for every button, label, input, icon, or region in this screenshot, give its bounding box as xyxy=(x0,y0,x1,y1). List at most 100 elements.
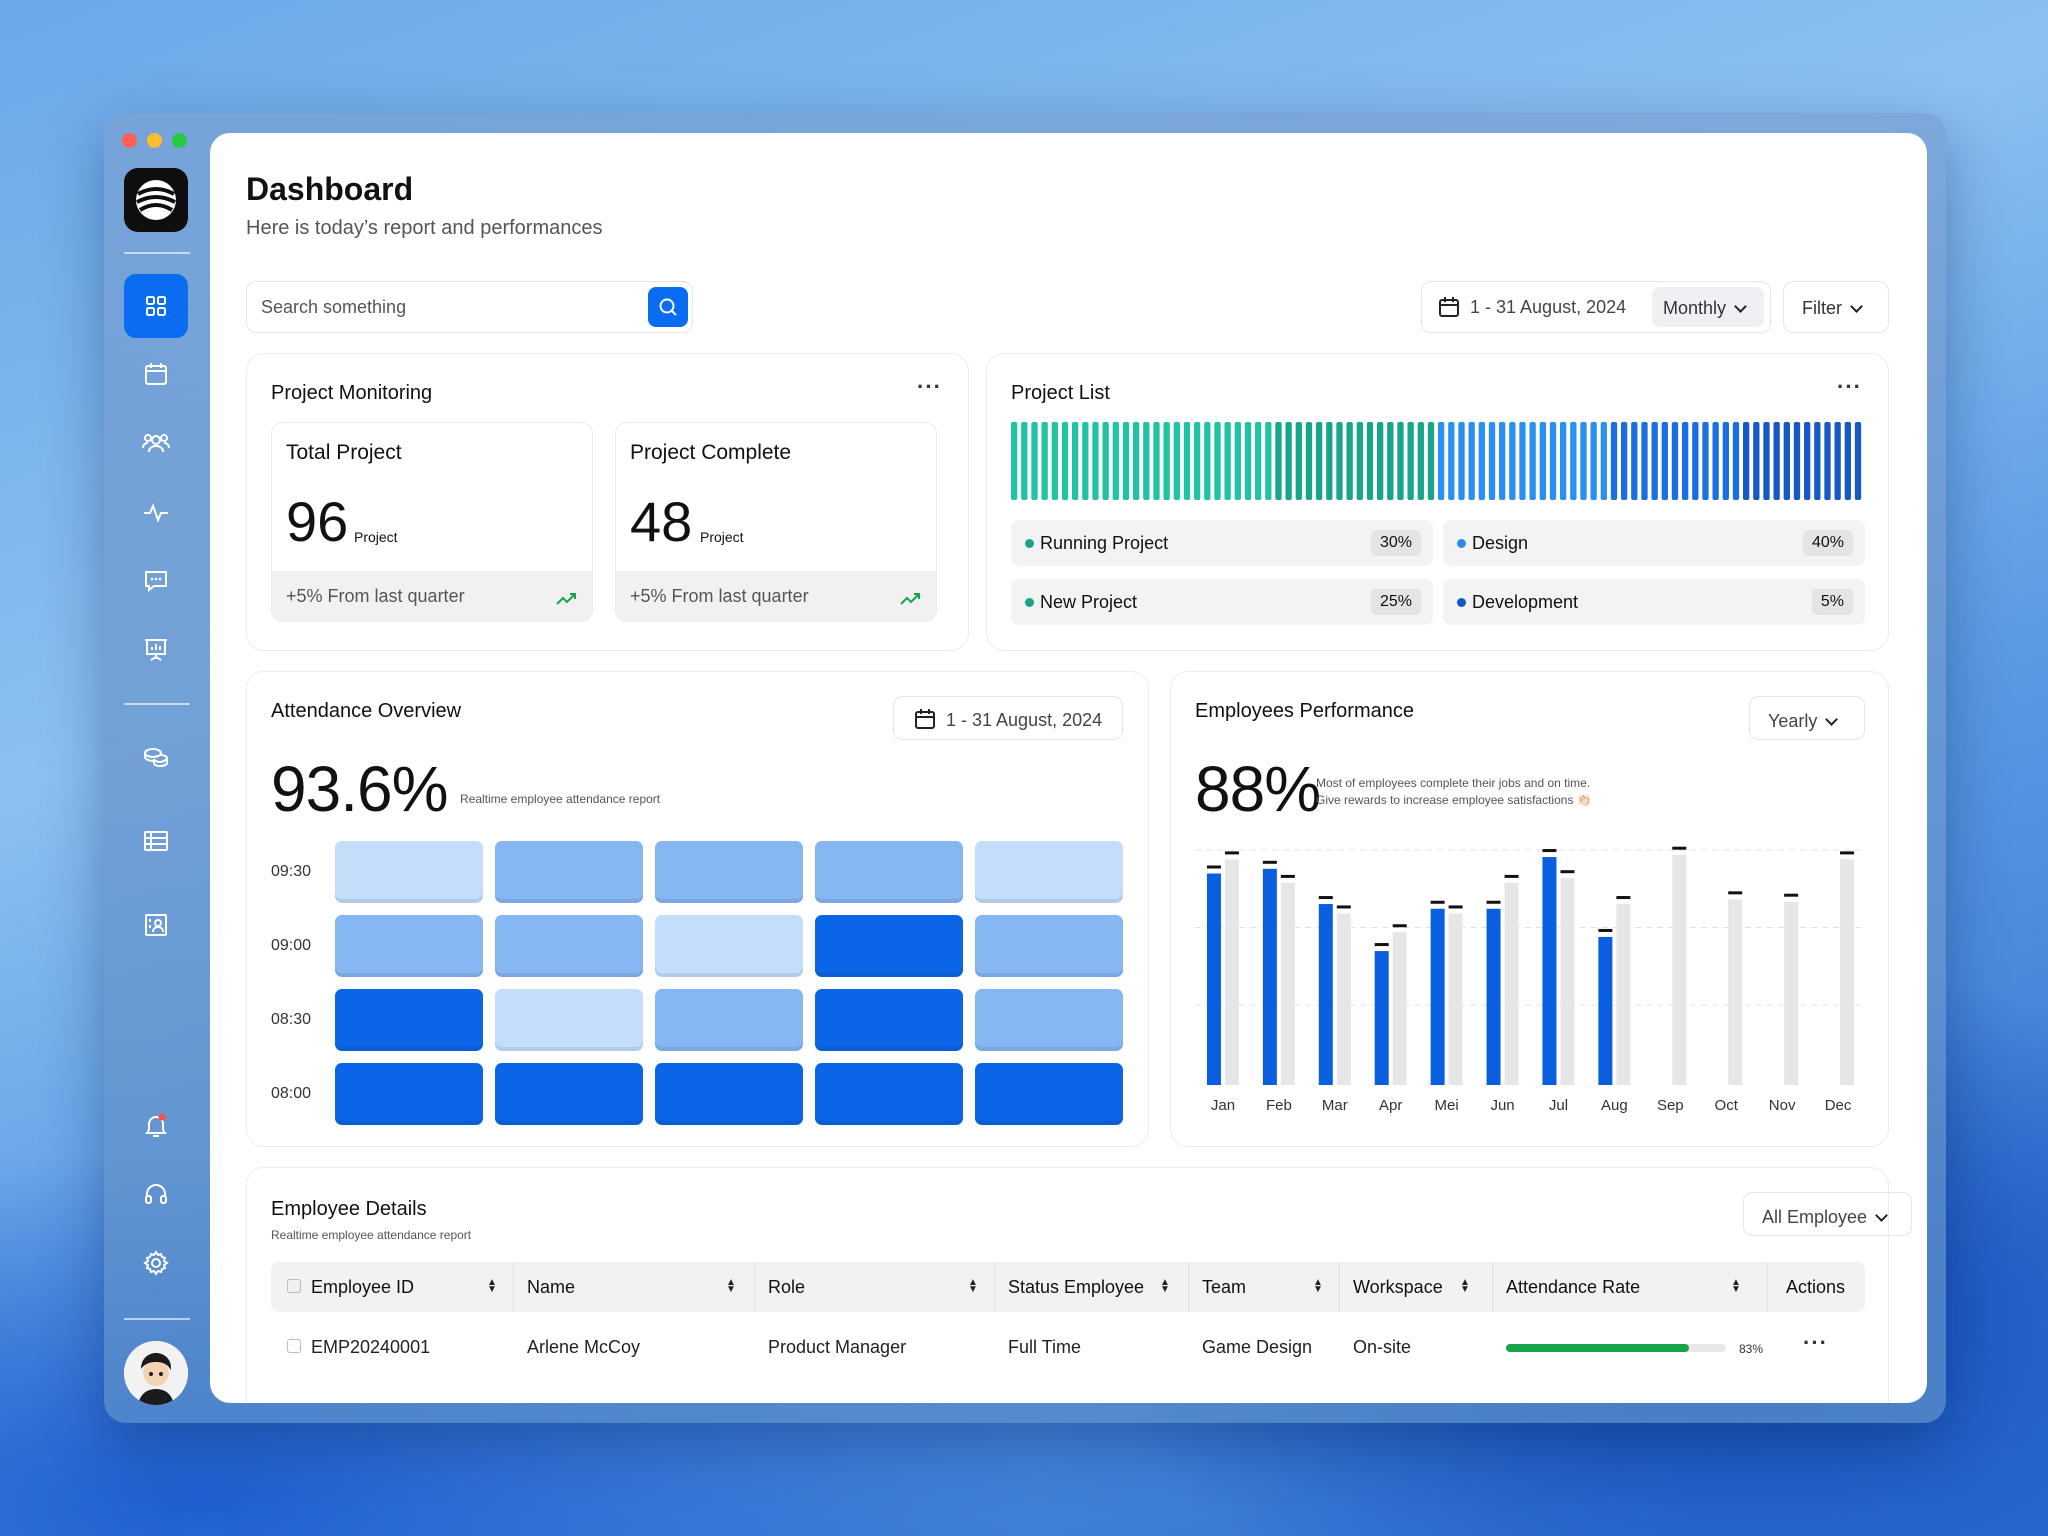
project-list-item[interactable]: Running Project 30% xyxy=(1011,520,1433,566)
heatmap-cell[interactable] xyxy=(975,1063,1123,1125)
progress-stripe xyxy=(1072,422,1079,500)
column-header[interactable]: Attendance Rate xyxy=(1506,1262,1640,1312)
row-checkbox[interactable] xyxy=(287,1339,301,1354)
search-placeholder: Search something xyxy=(261,297,407,317)
performance-bar[interactable] xyxy=(1486,908,1501,1085)
heatmap-cell[interactable] xyxy=(655,989,803,1051)
sidebar-item-team[interactable] xyxy=(124,411,188,475)
sidebar-item-calendar[interactable] xyxy=(124,342,188,406)
column-header[interactable]: Status Employee xyxy=(1008,1262,1144,1312)
user-avatar[interactable] xyxy=(124,1341,188,1405)
column-header[interactable]: Actions xyxy=(1786,1262,1845,1312)
progress-stripe xyxy=(1031,422,1038,500)
heatmap-cell[interactable] xyxy=(975,989,1123,1051)
performance-bar[interactable] xyxy=(1262,868,1277,1085)
performance-bar[interactable] xyxy=(1560,878,1575,1085)
progress-stripe xyxy=(1854,422,1862,500)
heatmap-cell[interactable] xyxy=(815,989,963,1051)
sidebar-item-lists[interactable] xyxy=(124,809,188,873)
date-range-picker[interactable]: 1 - 31 August, 2024 Monthly xyxy=(1421,281,1771,333)
heatmap-cell[interactable] xyxy=(815,1063,963,1125)
more-menu-icon[interactable]: ··· xyxy=(917,374,942,400)
sidebar-item-reports[interactable] xyxy=(124,617,188,681)
performance-bar[interactable] xyxy=(1840,859,1855,1085)
performance-bar[interactable] xyxy=(1728,899,1743,1085)
sort-icon[interactable]: ▲ ▼ xyxy=(1313,1278,1323,1295)
sort-icon[interactable]: ▲ ▼ xyxy=(487,1278,497,1295)
performance-bar[interactable] xyxy=(1336,913,1351,1085)
column-header[interactable]: Employee ID xyxy=(287,1262,414,1312)
heatmap-cell[interactable] xyxy=(495,915,643,977)
more-menu-icon[interactable]: ··· xyxy=(1837,374,1862,400)
cell-text: EMP20240001 xyxy=(311,1337,431,1357)
heatmap-cell[interactable] xyxy=(655,841,803,903)
employee-filter-select[interactable]: All Employee xyxy=(1743,1192,1912,1236)
project-list-item[interactable]: New Project 25% xyxy=(1011,579,1433,625)
bar-cap xyxy=(1486,900,1501,904)
heatmap-cell[interactable] xyxy=(815,915,963,977)
sort-icon[interactable]: ▲ ▼ xyxy=(1731,1278,1741,1295)
heatmap-cell[interactable] xyxy=(655,915,803,977)
project-list-item[interactable]: Development 5% xyxy=(1443,579,1865,625)
heatmap-cell[interactable] xyxy=(335,989,483,1051)
search-button[interactable] xyxy=(648,287,688,327)
column-header[interactable]: Workspace xyxy=(1353,1262,1443,1312)
heatmap-cell[interactable] xyxy=(655,1063,803,1125)
sidebar-item-directory[interactable] xyxy=(124,893,188,957)
project-list-item[interactable]: Design 40% xyxy=(1443,520,1865,566)
column-header[interactable]: Role xyxy=(768,1262,805,1312)
performance-bar[interactable] xyxy=(1224,859,1239,1085)
heatmap-cell[interactable] xyxy=(495,1063,643,1125)
column-header[interactable]: Name xyxy=(527,1262,575,1312)
attendance-date-picker[interactable]: 1 - 31 August, 2024 xyxy=(893,696,1123,740)
heatmap-cell[interactable] xyxy=(335,1063,483,1125)
performance-bar[interactable] xyxy=(1392,932,1407,1085)
performance-bar[interactable] xyxy=(1374,951,1389,1085)
sidebar-item-dashboard[interactable] xyxy=(124,274,188,338)
stat-label: Total Project xyxy=(286,441,402,464)
sidebar-item-notifications[interactable] xyxy=(124,1093,188,1157)
heatmap-cell[interactable] xyxy=(335,841,483,903)
performance-bar[interactable] xyxy=(1598,936,1613,1085)
performance-bar[interactable] xyxy=(1430,908,1445,1085)
sort-icon[interactable]: ▲ ▼ xyxy=(968,1278,978,1295)
sidebar-item-support[interactable] xyxy=(124,1162,188,1226)
heatmap-cell[interactable] xyxy=(975,915,1123,977)
performance-bar[interactable] xyxy=(1504,882,1519,1085)
period-select[interactable]: Monthly xyxy=(1652,287,1764,327)
heatmap-cell[interactable] xyxy=(335,915,483,977)
time-label: 08:00 xyxy=(271,1085,312,1102)
heatmap-cell[interactable] xyxy=(975,841,1123,903)
select-all-checkbox[interactable] xyxy=(287,1279,301,1294)
performance-bar[interactable] xyxy=(1616,904,1631,1085)
sidebar-item-settings[interactable] xyxy=(124,1231,188,1295)
performance-bar[interactable] xyxy=(1542,857,1557,1085)
heatmap-cell[interactable] xyxy=(495,989,643,1051)
sidebar-item-messages[interactable] xyxy=(124,549,188,613)
heatmap-cell[interactable] xyxy=(495,841,643,903)
performance-bar[interactable] xyxy=(1672,854,1687,1085)
progress-stripe xyxy=(1600,422,1607,500)
sort-icon[interactable]: ▲ ▼ xyxy=(1160,1278,1170,1295)
progress-stripe xyxy=(1519,422,1526,500)
sort-icon[interactable]: ▲ ▼ xyxy=(726,1278,736,1295)
performance-bar[interactable] xyxy=(1448,913,1463,1085)
progress-stripe xyxy=(1041,422,1048,500)
sort-icon[interactable]: ▲ ▼ xyxy=(1460,1278,1470,1295)
row-actions-icon[interactable]: ··· xyxy=(1803,1330,1828,1356)
sidebar-item-finance[interactable] xyxy=(124,725,188,789)
column-header[interactable]: Team xyxy=(1202,1262,1246,1312)
filter-button[interactable]: Filter xyxy=(1783,281,1889,333)
performance-bar[interactable] xyxy=(1784,901,1799,1085)
performance-bar[interactable] xyxy=(1280,882,1295,1085)
search-input[interactable]: Search something xyxy=(246,281,693,333)
progress-stripe xyxy=(1305,422,1313,500)
performance-bar[interactable] xyxy=(1318,904,1333,1085)
performance-bar[interactable] xyxy=(1206,873,1221,1086)
app-logo[interactable] xyxy=(124,168,188,232)
heatmap-cell[interactable] xyxy=(815,841,963,903)
sidebar-item-activity[interactable] xyxy=(124,480,188,544)
users-icon xyxy=(142,434,170,453)
month-label: Jan xyxy=(1211,1097,1235,1114)
progress-stripe xyxy=(1692,422,1699,500)
